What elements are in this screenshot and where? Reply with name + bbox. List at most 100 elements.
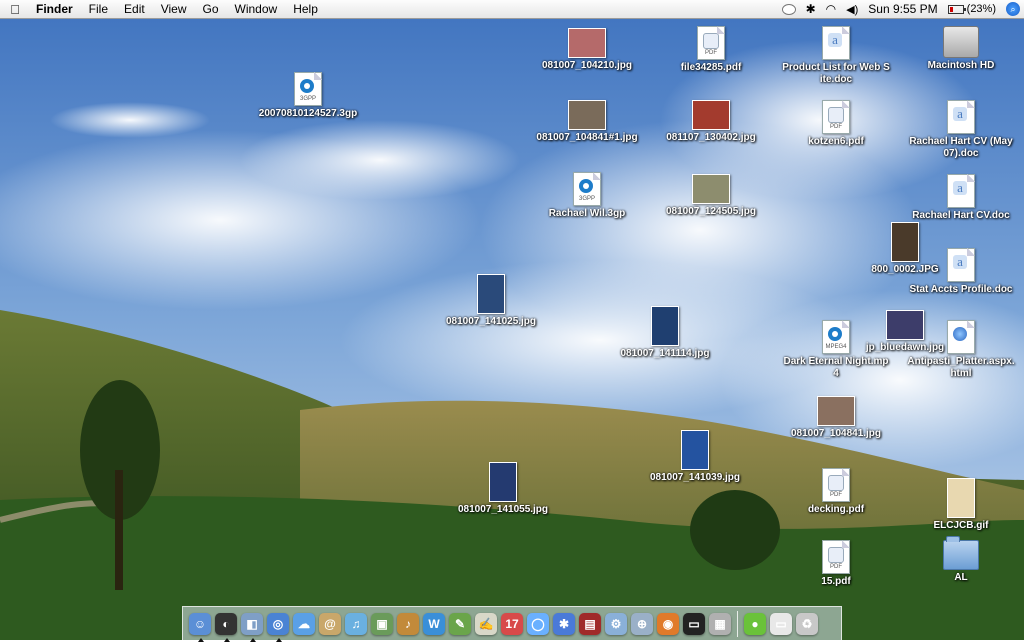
dock-system-profiler-icon[interactable]: ▦ — [709, 612, 731, 635]
desktop-icon[interactable]: PDF kotzen6.pdf — [781, 100, 891, 148]
image-thumbnail-icon — [692, 174, 730, 204]
desktop-icon[interactable]: PDF decking.pdf — [781, 468, 891, 516]
desktop-icon[interactable]: AL — [906, 536, 1016, 584]
desktop-icon[interactable]: ELCJCB.gif — [906, 478, 1016, 532]
menu-window[interactable]: Window — [227, 0, 286, 18]
word-document-icon: a — [947, 100, 975, 134]
dock-textedit-icon[interactable]: ✍ — [475, 612, 497, 635]
desktop-icon-label: 20070810124527.3gp — [258, 108, 358, 119]
dock-growl-icon[interactable]: ● — [744, 612, 766, 635]
menu-view[interactable]: View — [153, 0, 195, 18]
desktop-icon-label: Rachael Hart CV (May 07).doc — [909, 136, 1013, 159]
dock-safari-icon[interactable]: ◎ — [267, 612, 289, 642]
desktop-icon-label: Macintosh HD — [927, 60, 995, 71]
desktop-icon[interactable]: 081007_141055.jpg — [448, 462, 558, 516]
desktop-icon[interactable]: 081007_141025.jpg — [436, 274, 546, 328]
dock-mail-stack-icon[interactable]: ▭ — [770, 612, 792, 635]
pdf-document-icon: PDF — [697, 26, 725, 60]
dock-spotlight-icon[interactable]: ◯ — [527, 612, 549, 635]
desktop-icon-label: Product List for Web Site.doc — [782, 62, 890, 85]
desktop-icon[interactable]: a Rachael Hart CV (May 07).doc — [906, 100, 1016, 160]
battery-status[interactable]: (23%) — [947, 3, 996, 15]
image-thumbnail-icon — [651, 306, 679, 346]
desktop-icon-label: 081007_141039.jpg — [649, 472, 741, 483]
dock-finder-icon[interactable]: ☺ — [189, 612, 211, 642]
volume-icon[interactable]: ◀) — [846, 3, 858, 16]
desktop-icon-label: 081007_104841.jpg — [790, 428, 882, 439]
dock-bluetooth-icon[interactable]: ✱ — [553, 612, 575, 635]
dock-ical-icon[interactable]: 17 — [501, 612, 523, 635]
desktop-icon-label: 081007_104210.jpg — [541, 60, 633, 71]
dock-trash-icon[interactable]: ♻ — [796, 612, 818, 635]
dock-itunes-icon[interactable]: ♫ — [345, 612, 367, 635]
desktop-icon[interactable]: a Stat Accts Profile.doc — [906, 248, 1016, 296]
dock-garageband-icon[interactable]: ♪ — [397, 612, 419, 635]
pdf-document-icon: PDF — [822, 540, 850, 574]
desktop-icon-label: decking.pdf — [807, 504, 865, 515]
battery-icon — [947, 4, 966, 14]
desktop-icon[interactable]: 081007_141114.jpg — [610, 306, 720, 360]
desktop-icon[interactable]: PDF 15.pdf — [781, 540, 891, 588]
menu-file[interactable]: File — [81, 0, 116, 18]
dock-photo-booth-icon[interactable]: ▤ — [579, 612, 601, 635]
image-thumbnail-icon — [817, 396, 855, 426]
image-thumbnail-icon — [568, 100, 606, 130]
dock-automator-icon[interactable]: ⚙ — [605, 612, 627, 635]
image-thumbnail-icon — [692, 100, 730, 130]
dock-iphoto-icon[interactable]: ▣ — [371, 612, 393, 635]
dock-firefox-icon[interactable]: ◉ — [657, 612, 679, 635]
apple-menu-icon[interactable]:  — [0, 2, 30, 17]
dock-script-editor-icon[interactable]: ✎ — [449, 612, 471, 635]
dock-network-icon[interactable]: ⊕ — [631, 612, 653, 635]
desktop-icon[interactable]: 081007_124505.jpg — [656, 174, 766, 218]
desktop-icon-label: 081107_130402.jpg — [666, 132, 756, 143]
desktop-icon[interactable]: 3GPP Rachael Wil.3gp — [532, 172, 642, 220]
dock-preview-icon[interactable]: ◧ — [241, 612, 263, 642]
desktop-icon[interactable]: 3GPP 20070810124527.3gp — [253, 72, 363, 120]
menu-bar:  Finder File Edit View Go Window Help ✱… — [0, 0, 1024, 19]
dock: ☺ ◐ ◧ ◎ ☁ @ ♫ ▣ ♪ W ✎ ✍ 17 ◯ ✱ ▤ ⚙ ⊕ ◉ ▭ ▦ ● ▭ ♻ — [182, 606, 842, 642]
quicktime-movie-icon: 3GPP — [294, 72, 322, 106]
dock-dashboard-icon[interactable]: ◐ — [215, 612, 237, 642]
menu-go[interactable]: Go — [195, 0, 227, 18]
menu-help[interactable]: Help — [285, 0, 326, 18]
image-thumbnail-icon — [568, 28, 606, 58]
battery-percent: (23%) — [966, 3, 996, 15]
wifi-icon[interactable]: ◠ — [826, 2, 836, 16]
desktop-icon-label: 081007_124505.jpg — [665, 206, 757, 217]
sync-status-icon[interactable] — [781, 3, 796, 15]
image-thumbnail-icon — [477, 274, 505, 314]
spotlight-search-icon[interactable]: ⌕ — [1006, 2, 1020, 16]
mpeg4-movie-icon: MPEG4 — [822, 320, 850, 354]
desktop-icon[interactable]: 081007_104841.jpg — [781, 396, 891, 440]
desktop-icon-label: ELCJCB.gif — [933, 520, 989, 531]
desktop-icon[interactable]: 081107_130402.jpg — [656, 100, 766, 144]
menu-finder[interactable]: Finder — [30, 0, 81, 18]
image-thumbnail-icon — [681, 430, 709, 470]
desktop-icon[interactable]: 081007_104841#1.jpg — [532, 100, 642, 144]
desktop-icon[interactable]: a Rachael Hart CV.doc — [906, 174, 1016, 222]
menu-clock[interactable]: Sun 9:55 PM — [868, 2, 937, 16]
desktop-icon[interactable]: PDF file34285.pdf — [656, 26, 766, 74]
desktop-icon-label: 081007_141025.jpg — [445, 316, 537, 327]
desktop-icon[interactable]: 081007_141039.jpg — [640, 430, 750, 484]
desktop-icon-label: 081007_141055.jpg — [457, 504, 549, 515]
desktop-icon[interactable]: 081007_104210.jpg — [532, 28, 642, 72]
dock-iweb-icon[interactable]: W — [423, 612, 445, 635]
bluetooth-icon[interactable]: ✱ — [806, 2, 816, 16]
desktop-icon[interactable]: Antipasti_Platter.aspx.html — [906, 320, 1016, 380]
dock-terminal-icon[interactable]: ▭ — [683, 612, 705, 635]
pdf-document-icon: PDF — [822, 100, 850, 134]
folder-icon — [943, 536, 979, 570]
desktop-icon-label: Rachael Hart CV.doc — [912, 210, 1010, 221]
image-thumbnail-icon — [489, 462, 517, 502]
dock-ichat-icon[interactable]: ☁ — [293, 612, 315, 635]
desktop-icon[interactable]: Macintosh HD — [906, 26, 1016, 72]
menu-edit[interactable]: Edit — [116, 0, 153, 18]
web-document-icon — [947, 320, 975, 354]
desktop-icon-label: Stat Accts Profile.doc — [909, 284, 1013, 295]
desktop-icon-label: 15.pdf — [821, 576, 851, 587]
dock-address-book-icon[interactable]: @ — [319, 612, 341, 635]
desktop-icon-label: 081007_104841#1.jpg — [536, 132, 638, 143]
desktop-icon[interactable]: a Product List for Web Site.doc — [781, 26, 891, 86]
